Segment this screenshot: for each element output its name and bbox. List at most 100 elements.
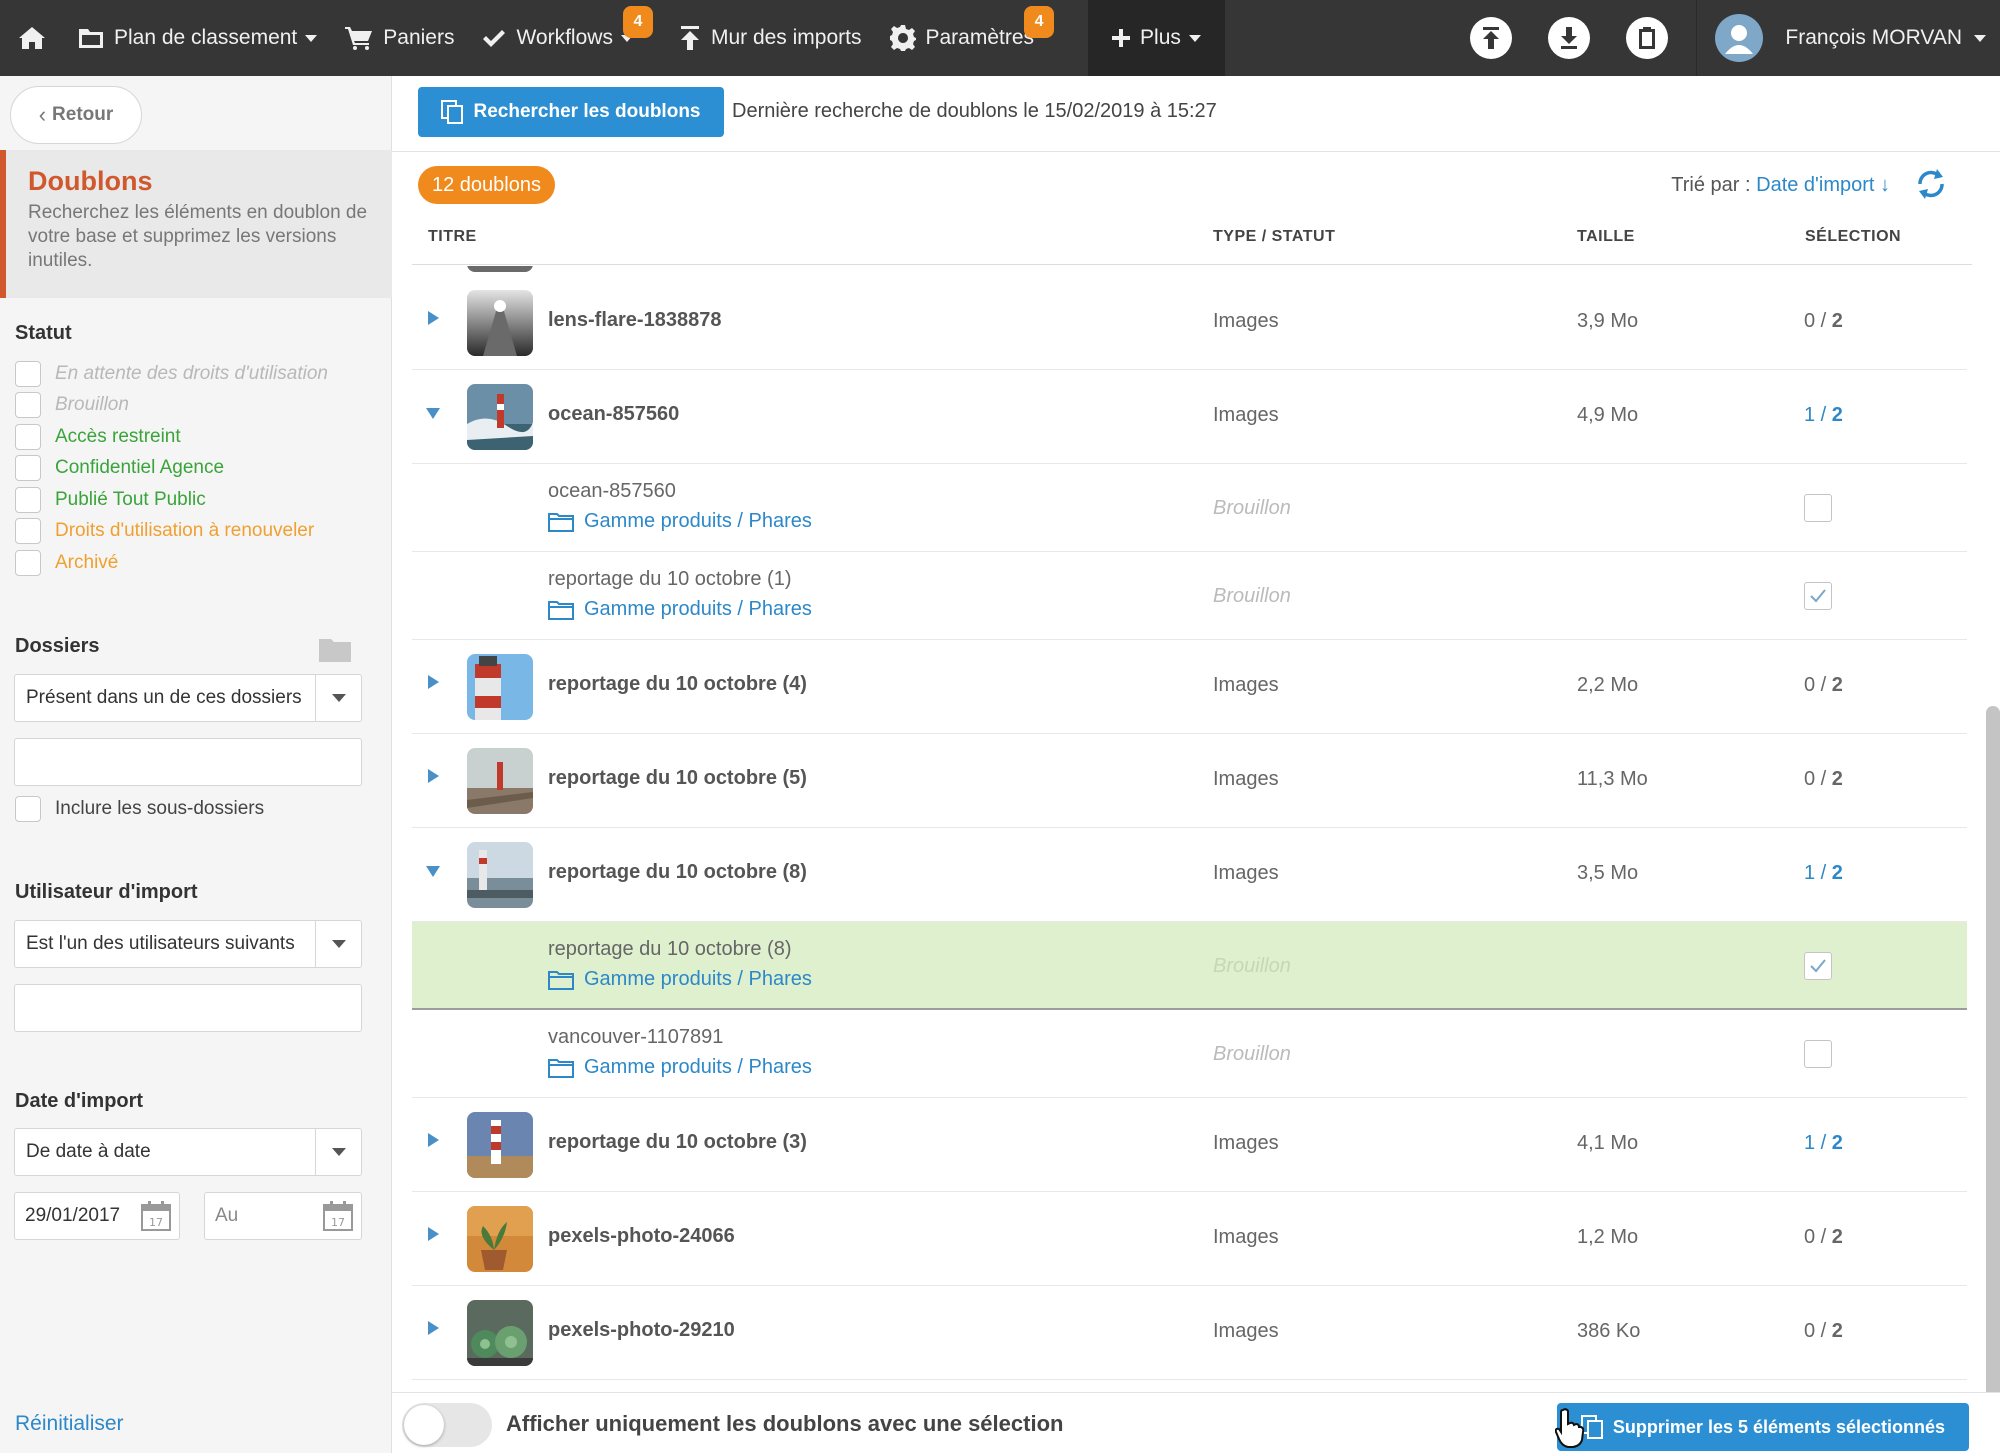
include-subfolders-option[interactable]: Inclure les sous-dossiers bbox=[15, 796, 264, 822]
chevron-down-icon bbox=[315, 675, 361, 721]
duplicate-group-row[interactable]: reportage du 10 octobre (5) Images 11,3 Mo… bbox=[412, 734, 1967, 828]
include-subfolders-checkbox[interactable] bbox=[15, 796, 41, 822]
item-folder-path[interactable]: Gamme produits / Phares bbox=[548, 968, 812, 991]
duplicate-item-row[interactable]: ocean-857560 Gamme produits / Phares Broui… bbox=[412, 464, 1967, 552]
nav-item-mur-des-imports[interactable]: Mur des imports bbox=[665, 0, 876, 76]
group-title: lens-flare-1838878 bbox=[548, 309, 722, 331]
selection-count-selected: 1 bbox=[1804, 404, 1816, 426]
item-select-checkbox[interactable] bbox=[1804, 582, 1832, 610]
upload-button[interactable] bbox=[1470, 17, 1513, 59]
folders-input[interactable] bbox=[14, 738, 362, 786]
caret-right-icon[interactable] bbox=[428, 769, 439, 783]
caret-right-icon[interactable] bbox=[428, 311, 439, 325]
search-duplicates-button[interactable]: Rechercher les doublons bbox=[418, 87, 724, 137]
caret-right-icon[interactable] bbox=[428, 1321, 439, 1335]
calendar-icon[interactable]: 17 bbox=[323, 1201, 353, 1231]
status-checkbox[interactable] bbox=[15, 455, 41, 482]
status-option[interactable]: Brouillon bbox=[15, 390, 328, 422]
item-select-checkbox[interactable] bbox=[1804, 952, 1832, 980]
status-option[interactable]: Droits d'utilisation à renouveler bbox=[15, 516, 328, 548]
user-name: François MORVAN bbox=[1785, 26, 1962, 49]
selection-count: 0 / 2 bbox=[1804, 674, 1843, 697]
column-header-size[interactable]: TAILLE bbox=[1577, 228, 1635, 246]
duplicate-group-row[interactable]: pexels-photo-24066 Images 1,2 Mo 0 / 2 bbox=[412, 1192, 1967, 1286]
calendar-icon[interactable]: 17 bbox=[141, 1201, 171, 1231]
status-option[interactable]: Archivé bbox=[15, 547, 328, 579]
group-type: Images bbox=[1213, 862, 1279, 884]
nav-item-label: Mur des imports bbox=[710, 26, 862, 49]
duplicate-group-row[interactable]: reportage du 10 octobre (8) Images 3,5 Mo 1… bbox=[412, 828, 1967, 922]
svg-text:17: 17 bbox=[331, 1216, 345, 1229]
download-button[interactable] bbox=[1548, 17, 1591, 59]
import-user-condition-select[interactable]: Est l'un des utilisateurs suivants bbox=[14, 920, 362, 968]
duplicate-group-row[interactable]: lens-flare-1838878 Images 3,9 Mo 0 / 2 bbox=[412, 276, 1967, 370]
item-name: ocean-857560 bbox=[548, 480, 676, 502]
refresh-icon[interactable] bbox=[1914, 166, 1948, 202]
nav-item-plan-de-classement[interactable]: Plan de classement bbox=[64, 0, 331, 76]
column-header-selection[interactable]: SÉLECTION bbox=[1805, 228, 1901, 246]
nav-item-paniers[interactable]: Paniers bbox=[331, 0, 468, 76]
status-option[interactable]: Publié Tout Public bbox=[15, 484, 328, 516]
duplicate-group-row[interactable]: ocean-857560 Images 4,9 Mo 1 / 2 bbox=[412, 370, 1967, 464]
item-select-checkbox[interactable] bbox=[1804, 1040, 1832, 1068]
caret-right-icon[interactable] bbox=[428, 1227, 439, 1241]
selection-count-total: 2 bbox=[1831, 1132, 1843, 1154]
item-folder-path[interactable]: Gamme produits / Phares bbox=[548, 510, 812, 533]
cart-icon bbox=[345, 26, 373, 50]
user-menu[interactable]: François MORVAN bbox=[1696, 0, 2000, 76]
date-to-input[interactable]: Au 17 bbox=[204, 1192, 362, 1240]
date-to-placeholder: Au bbox=[215, 1205, 239, 1226]
home-button[interactable] bbox=[0, 0, 64, 76]
reset-filters-link[interactable]: Réinitialiser bbox=[15, 1412, 124, 1436]
column-header-type[interactable]: TYPE / STATUT bbox=[1213, 228, 1335, 246]
item-select-checkbox[interactable] bbox=[1804, 494, 1832, 522]
duplicate-group-row[interactable]: pexels-photo-29210 Images 386 Ko 0 / 2 bbox=[412, 1286, 1967, 1380]
status-checkbox[interactable] bbox=[15, 360, 41, 387]
clipboard-button[interactable] bbox=[1626, 17, 1669, 59]
caret-right-icon[interactable] bbox=[428, 675, 439, 689]
duplicate-group-row[interactable]: reportage du 10 octobre (3) Images 4,1 Mo 1… bbox=[412, 1098, 1967, 1192]
status-checkbox[interactable] bbox=[15, 518, 41, 545]
status-option[interactable]: Accès restreint bbox=[15, 421, 328, 453]
nav-item-workflows[interactable]: Workflows 4 bbox=[468, 0, 653, 76]
item-folder-path[interactable]: Gamme produits / Phares bbox=[548, 1056, 812, 1079]
date-from-input[interactable]: 29/01/2017 17 bbox=[14, 1192, 180, 1240]
group-type: Images bbox=[1213, 1226, 1279, 1248]
sort-control: Trié par : Date d'import ↓ bbox=[1671, 174, 1890, 197]
duplicate-item-row[interactable]: reportage du 10 octobre (1) Gamme produit… bbox=[412, 552, 1967, 640]
scrollbar[interactable] bbox=[1986, 706, 2000, 1453]
selection-count-separator: / bbox=[1815, 768, 1832, 790]
column-header-title[interactable]: TITRE bbox=[428, 228, 477, 246]
status-option[interactable]: Confidentiel Agence bbox=[15, 453, 328, 485]
status-checkbox[interactable] bbox=[15, 549, 41, 576]
status-checkbox[interactable] bbox=[15, 392, 41, 419]
nav-item-paramètres[interactable]: Paramètres 4 bbox=[876, 0, 1055, 76]
group-size: 3,5 Mo bbox=[1577, 862, 1639, 884]
selection-only-label: Afficher uniquement les doublons avec un… bbox=[506, 1411, 1064, 1436]
back-button[interactable]: ‹ Retour bbox=[10, 86, 142, 144]
chevron-down-icon bbox=[315, 1129, 361, 1175]
delete-selected-button[interactable]: Supprimer les 5 éléments sélectionnés bbox=[1557, 1403, 1969, 1451]
sort-value-link[interactable]: Date d'import ↓ bbox=[1756, 174, 1890, 196]
duplicate-item-row[interactable]: reportage du 10 octobre (8) Gamme produit… bbox=[412, 922, 1967, 1010]
status-checkbox[interactable] bbox=[15, 423, 41, 450]
checkmark-icon bbox=[1810, 589, 1826, 603]
folders-condition-select[interactable]: Présent dans un de ces dossiers bbox=[14, 674, 362, 722]
caret-down-icon[interactable] bbox=[426, 408, 440, 419]
item-folder-path[interactable]: Gamme produits / Phares bbox=[548, 598, 812, 621]
svg-text:17: 17 bbox=[149, 1216, 163, 1229]
group-type: Images bbox=[1213, 1132, 1279, 1154]
status-option[interactable]: En attente des droits d'utilisation bbox=[15, 358, 328, 390]
plus-menu[interactable]: Plus bbox=[1088, 0, 1225, 76]
import-date-mode-select[interactable]: De date à date bbox=[14, 1128, 362, 1176]
folder-icon[interactable] bbox=[319, 636, 351, 662]
status-label: Confidentiel Agence bbox=[55, 457, 225, 479]
duplicate-item-row[interactable]: vancouver-1107891 Gamme produits / Phares… bbox=[412, 1010, 1967, 1098]
caret-right-icon[interactable] bbox=[428, 1133, 439, 1147]
caret-down-icon[interactable] bbox=[426, 866, 440, 877]
duplicate-group-row[interactable]: reportage du 10 octobre (4) Images 2,2 Mo 0… bbox=[412, 640, 1967, 734]
selection-only-toggle[interactable] bbox=[402, 1403, 492, 1447]
status-checkbox[interactable] bbox=[15, 486, 41, 513]
download-icon bbox=[1561, 27, 1578, 49]
import-user-input[interactable] bbox=[14, 984, 362, 1032]
